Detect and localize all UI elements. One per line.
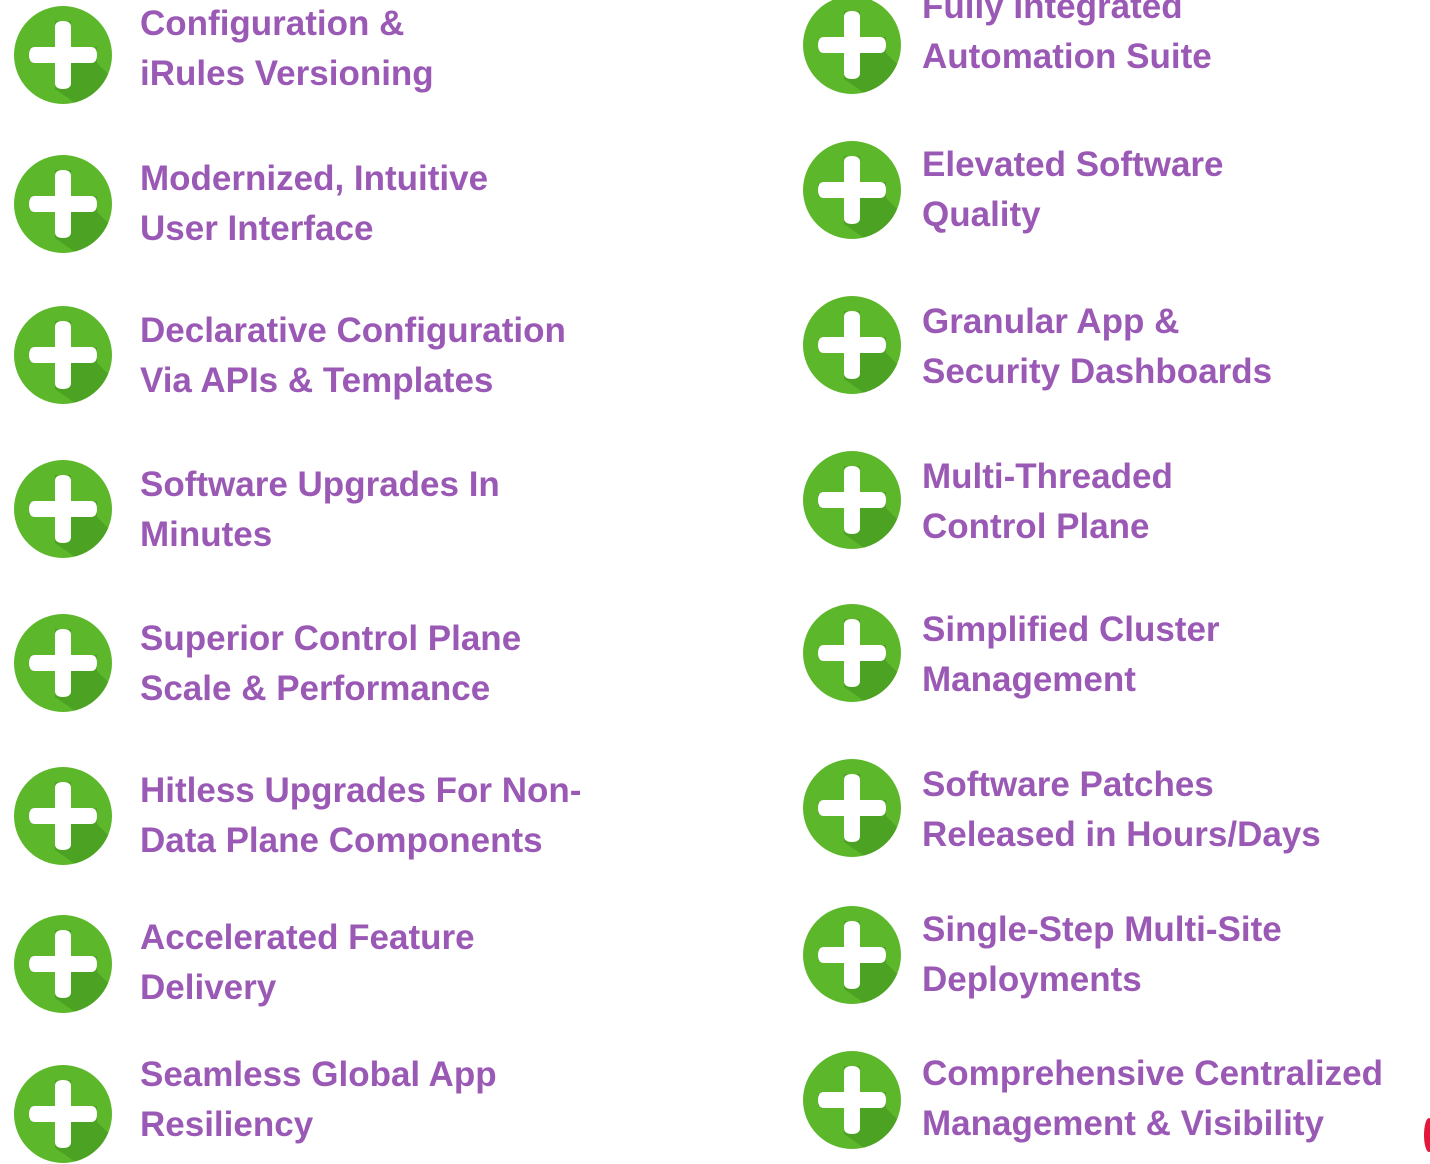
feature-icon (13, 5, 113, 105)
feature-label-line2: iRules Versioning (140, 54, 434, 93)
plus-circle-icon (14, 915, 112, 1013)
feature-icon (802, 295, 902, 395)
feature-label-line2: Via APIs & Templates (140, 361, 494, 400)
feature-label: Configuration & iRules Versioning (140, 0, 434, 99)
feature-label-line2: Control Plane (922, 507, 1150, 546)
feature-label: Multi-Threaded Control Plane (922, 452, 1173, 552)
feature-icon (13, 305, 113, 405)
feature-label: Declarative Configuration Via APIs & Temp… (140, 306, 566, 406)
feature-label-line2: Security Dashboards (922, 352, 1273, 391)
feature-icon (13, 1064, 113, 1164)
feature-icon (13, 914, 113, 1014)
feature-label: Single-Step Multi-Site Deployments (922, 905, 1282, 1005)
feature-icon (13, 613, 113, 713)
feature-label-line1: Software Patches (922, 765, 1214, 804)
feature-label: Granular App & Security Dashboards (922, 297, 1272, 397)
feature-icon (802, 450, 902, 550)
feature-label-line2: Released in Hours/Days (922, 815, 1321, 854)
feature-label-line1: Superior Control Plane (140, 619, 522, 658)
feature-label-line1: Fully Integrated (922, 0, 1183, 26)
feature-label: Software Patches Released in Hours/Days (922, 760, 1321, 860)
plus-circle-icon (14, 306, 112, 404)
feature-label-line1: Granular App & (922, 302, 1180, 341)
feature-label: Software Upgrades In Minutes (140, 460, 500, 560)
feature-label: Seamless Global App Resiliency (140, 1050, 497, 1150)
feature-label-line1: Modernized, Intuitive (140, 159, 489, 198)
feature-label: Hitless Upgrades For Non- Data Plane Comp… (140, 766, 581, 866)
feature-label-line2: Management & Visibility (922, 1104, 1324, 1143)
plus-circle-icon (14, 6, 112, 104)
feature-label: Modernized, Intuitive User Interface (140, 154, 488, 254)
feature-label-line2: Quality (922, 195, 1041, 234)
feature-label-line2: Scale & Performance (140, 669, 491, 708)
feature-label-line1: Single-Step Multi-Site (922, 910, 1282, 949)
plus-circle-icon (803, 604, 901, 702)
plus-circle-icon (14, 155, 112, 253)
corner-mark (1424, 1118, 1430, 1152)
plus-circle-icon (803, 0, 901, 94)
feature-label-line1: Software Upgrades In (140, 465, 500, 504)
feature-icon (802, 758, 902, 858)
plus-circle-icon (803, 296, 901, 394)
feature-label: Superior Control Plane Scale & Performanc… (140, 614, 521, 714)
plus-circle-icon (803, 451, 901, 549)
feature-label-line1: Seamless Global App (140, 1055, 497, 1094)
feature-label-line1: Elevated Software (922, 145, 1224, 184)
feature-icon (802, 603, 902, 703)
feature-label: Fully Integrated Automation Suite (922, 0, 1212, 82)
feature-label-line1: Hitless Upgrades For Non- (140, 771, 582, 810)
feature-label-line2: Automation Suite (922, 37, 1212, 76)
plus-circle-icon (803, 759, 901, 857)
feature-label-line2: User Interface (140, 209, 374, 248)
feature-label-line2: Deployments (922, 960, 1142, 999)
feature-icon (802, 1050, 902, 1150)
feature-label-line2: Data Plane Components (140, 821, 543, 860)
plus-circle-icon (803, 141, 901, 239)
feature-label-line1: Accelerated Feature (140, 918, 475, 957)
feature-label: Comprehensive Centralized Management & Vi… (922, 1049, 1383, 1149)
plus-circle-icon (803, 906, 901, 1004)
feature-label-line2: Resiliency (140, 1105, 314, 1144)
feature-label-line2: Delivery (140, 968, 277, 1007)
feature-label-line2: Management (922, 660, 1136, 699)
plus-circle-icon (14, 614, 112, 712)
feature-label-line1: Simplified Cluster (922, 610, 1220, 649)
feature-icon (13, 154, 113, 254)
feature-label-line2: Minutes (140, 515, 273, 554)
feature-icon (13, 459, 113, 559)
plus-circle-icon (14, 767, 112, 865)
feature-label-line1: Comprehensive Centralized (922, 1054, 1383, 1093)
plus-circle-icon (14, 1065, 112, 1163)
feature-label: Accelerated Feature Delivery (140, 913, 475, 1013)
feature-icon (802, 140, 902, 240)
feature-label: Elevated Software Quality (922, 140, 1224, 240)
feature-icon (13, 766, 113, 866)
feature-label-line1: Declarative Configuration (140, 311, 566, 350)
plus-circle-icon (803, 1051, 901, 1149)
feature-label-line1: Multi-Threaded (922, 457, 1173, 496)
feature-icon (802, 0, 902, 95)
feature-icon (802, 905, 902, 1005)
feature-label: Simplified Cluster Management (922, 605, 1220, 705)
plus-circle-icon (14, 460, 112, 558)
feature-label-line1: Configuration & (140, 4, 405, 43)
